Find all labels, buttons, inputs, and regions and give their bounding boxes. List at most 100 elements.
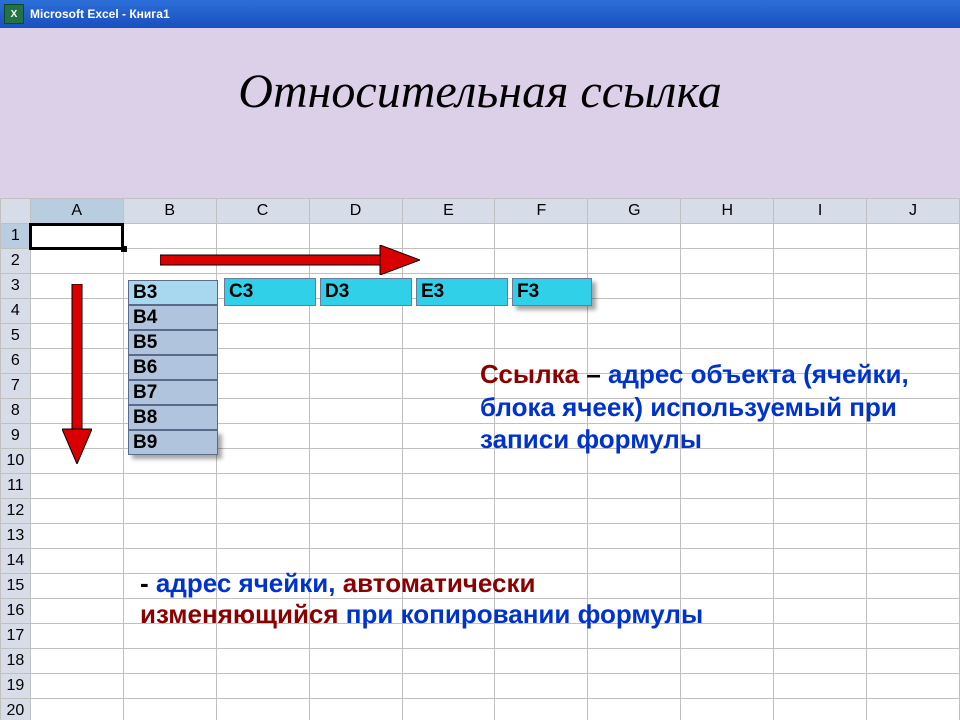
cell-J16[interactable] bbox=[867, 599, 960, 624]
cell-C19[interactable] bbox=[216, 674, 309, 699]
cell-A16[interactable] bbox=[30, 599, 123, 624]
row-header-14[interactable]: 14 bbox=[1, 549, 31, 574]
cell-D8[interactable] bbox=[309, 399, 402, 424]
cell-D7[interactable] bbox=[309, 374, 402, 399]
cell-I3[interactable] bbox=[774, 274, 867, 299]
cell-E18[interactable] bbox=[402, 649, 495, 674]
cell-C12[interactable] bbox=[216, 499, 309, 524]
cell-H5[interactable] bbox=[681, 324, 774, 349]
cell-A19[interactable] bbox=[30, 674, 123, 699]
cell-D9[interactable] bbox=[309, 424, 402, 449]
col-header-H[interactable]: H bbox=[681, 199, 774, 224]
cell-J4[interactable] bbox=[867, 299, 960, 324]
cell-B20[interactable] bbox=[123, 699, 216, 720]
cell-A13[interactable] bbox=[30, 524, 123, 549]
cell-C6[interactable] bbox=[216, 349, 309, 374]
cell-D11[interactable] bbox=[309, 474, 402, 499]
cell-D6[interactable] bbox=[309, 349, 402, 374]
cell-G13[interactable] bbox=[588, 524, 681, 549]
cell-H3[interactable] bbox=[681, 274, 774, 299]
row-header-3[interactable]: 3 bbox=[1, 274, 31, 299]
cell-B19[interactable] bbox=[123, 674, 216, 699]
cell-D12[interactable] bbox=[309, 499, 402, 524]
col-header-C[interactable]: C bbox=[216, 199, 309, 224]
cell-H4[interactable] bbox=[681, 299, 774, 324]
row-header-10[interactable]: 10 bbox=[1, 449, 31, 474]
row-header-12[interactable]: 12 bbox=[1, 499, 31, 524]
cell-C20[interactable] bbox=[216, 699, 309, 720]
cell-D18[interactable] bbox=[309, 649, 402, 674]
cell-J11[interactable] bbox=[867, 474, 960, 499]
cell-E11[interactable] bbox=[402, 474, 495, 499]
col-header-I[interactable]: I bbox=[774, 199, 867, 224]
cell-J17[interactable] bbox=[867, 624, 960, 649]
cell-F11[interactable] bbox=[495, 474, 588, 499]
cell-A17[interactable] bbox=[30, 624, 123, 649]
cell-A18[interactable] bbox=[30, 649, 123, 674]
cell-D10[interactable] bbox=[309, 449, 402, 474]
cell-A11[interactable] bbox=[30, 474, 123, 499]
cell-J19[interactable] bbox=[867, 674, 960, 699]
cell-H13[interactable] bbox=[681, 524, 774, 549]
cell-G12[interactable] bbox=[588, 499, 681, 524]
row-header-8[interactable]: 8 bbox=[1, 399, 31, 424]
cell-E12[interactable] bbox=[402, 499, 495, 524]
cell-H18[interactable] bbox=[681, 649, 774, 674]
cell-A20[interactable] bbox=[30, 699, 123, 720]
cell-J1[interactable] bbox=[867, 224, 960, 249]
row-header-11[interactable]: 11 bbox=[1, 474, 31, 499]
row-header-15[interactable]: 15 bbox=[1, 574, 31, 599]
cell-B12[interactable] bbox=[123, 499, 216, 524]
cell-G1[interactable] bbox=[588, 224, 681, 249]
cell-C9[interactable] bbox=[216, 424, 309, 449]
cell-G4[interactable] bbox=[588, 299, 681, 324]
cell-I16[interactable] bbox=[774, 599, 867, 624]
cell-I14[interactable] bbox=[774, 549, 867, 574]
cell-I12[interactable] bbox=[774, 499, 867, 524]
row-header-20[interactable]: 20 bbox=[1, 699, 31, 720]
row-header-17[interactable]: 17 bbox=[1, 624, 31, 649]
cell-J2[interactable] bbox=[867, 249, 960, 274]
cell-G18[interactable] bbox=[588, 649, 681, 674]
cell-F5[interactable] bbox=[495, 324, 588, 349]
cell-B13[interactable] bbox=[123, 524, 216, 549]
cell-D20[interactable] bbox=[309, 699, 402, 720]
row-header-16[interactable]: 16 bbox=[1, 599, 31, 624]
cell-H20[interactable] bbox=[681, 699, 774, 720]
row-header-4[interactable]: 4 bbox=[1, 299, 31, 324]
cell-I19[interactable] bbox=[774, 674, 867, 699]
cell-J13[interactable] bbox=[867, 524, 960, 549]
row-header-1[interactable]: 1 bbox=[1, 224, 31, 249]
cell-I13[interactable] bbox=[774, 524, 867, 549]
cell-H12[interactable] bbox=[681, 499, 774, 524]
cell-J15[interactable] bbox=[867, 574, 960, 599]
cell-E5[interactable] bbox=[402, 324, 495, 349]
cell-B11[interactable] bbox=[123, 474, 216, 499]
cell-J3[interactable] bbox=[867, 274, 960, 299]
cell-J5[interactable] bbox=[867, 324, 960, 349]
cell-B18[interactable] bbox=[123, 649, 216, 674]
cell-I1[interactable] bbox=[774, 224, 867, 249]
row-header-13[interactable]: 13 bbox=[1, 524, 31, 549]
cell-H11[interactable] bbox=[681, 474, 774, 499]
cell-G19[interactable] bbox=[588, 674, 681, 699]
cell-J18[interactable] bbox=[867, 649, 960, 674]
cell-E20[interactable] bbox=[402, 699, 495, 720]
cell-C11[interactable] bbox=[216, 474, 309, 499]
cell-A12[interactable] bbox=[30, 499, 123, 524]
cell-G3[interactable] bbox=[588, 274, 681, 299]
cell-F1[interactable] bbox=[495, 224, 588, 249]
cell-I15[interactable] bbox=[774, 574, 867, 599]
col-header-A[interactable]: A bbox=[30, 199, 123, 224]
cell-G20[interactable] bbox=[588, 699, 681, 720]
cell-A14[interactable] bbox=[30, 549, 123, 574]
cell-I17[interactable] bbox=[774, 624, 867, 649]
cell-F18[interactable] bbox=[495, 649, 588, 674]
cell-H19[interactable] bbox=[681, 674, 774, 699]
cell-C5[interactable] bbox=[216, 324, 309, 349]
cell-I11[interactable] bbox=[774, 474, 867, 499]
cell-E13[interactable] bbox=[402, 524, 495, 549]
cell-H2[interactable] bbox=[681, 249, 774, 274]
col-header-G[interactable]: G bbox=[588, 199, 681, 224]
cell-F13[interactable] bbox=[495, 524, 588, 549]
